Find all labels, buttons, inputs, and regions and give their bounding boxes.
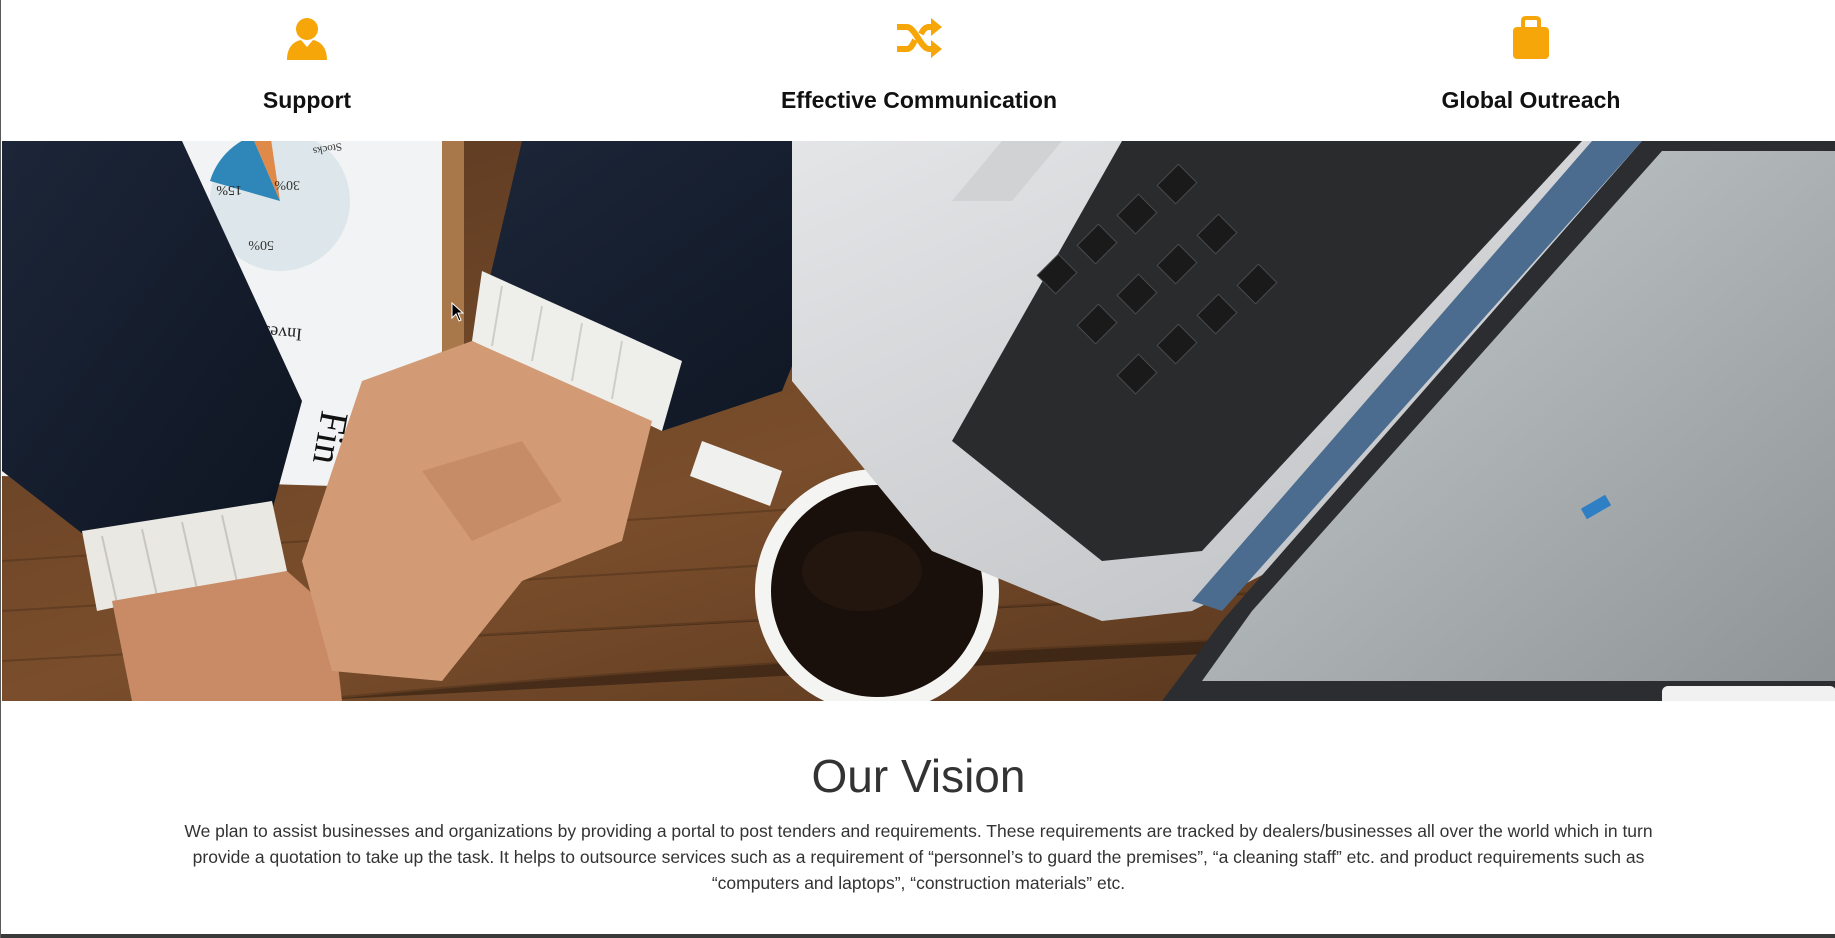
vision-title: Our Vision <box>811 750 1026 802</box>
features-section: Support Effective Communication Global O… <box>1 0 1835 141</box>
feature-title: Effective Communication <box>780 87 1058 113</box>
feature-effective-communication: Effective Communication <box>719 16 1119 112</box>
feature-title: Global Outreach <box>1441 87 1621 113</box>
mouse-cursor-icon <box>451 302 465 322</box>
feature-title: Support <box>262 87 352 113</box>
desk-photo-illustration: 15% 30% 50% Stocks Investment Fin <box>2 141 1835 701</box>
feature-global-outreach: Global Outreach <box>1331 16 1731 112</box>
page: Support Effective Communication Global O… <box>0 0 1835 938</box>
svg-text:15%: 15% <box>216 182 242 197</box>
feature-support: Support <box>107 16 507 112</box>
vision-paragraph: We plan to assist businesses and organiz… <box>184 821 1653 893</box>
user-icon <box>287 18 327 60</box>
shuffle-icon <box>897 18 942 58</box>
svg-text:50%: 50% <box>248 237 274 252</box>
briefcase-icon <box>1513 16 1549 59</box>
footer-bar <box>1 934 1835 938</box>
hero-image: 15% 30% 50% Stocks Investment Fin <box>2 141 1835 701</box>
vision-section: Our Vision We plan to assist businesses … <box>1 701 1835 934</box>
svg-text:30%: 30% <box>274 177 300 192</box>
